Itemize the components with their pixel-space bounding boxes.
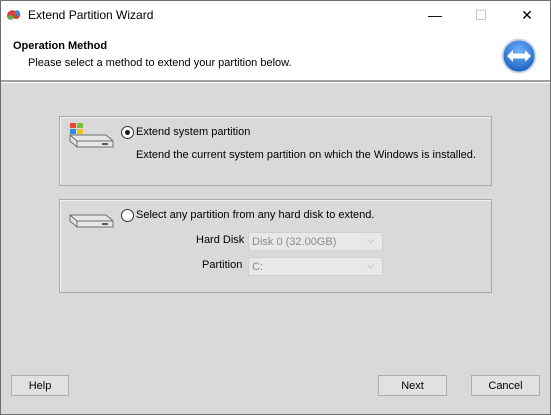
any-partition-radio[interactable] xyxy=(121,209,134,222)
wizard-header: Operation Method Please select a method … xyxy=(1,30,550,80)
help-button[interactable]: Help xyxy=(11,375,69,396)
extend-system-description: Extend the current system partition on w… xyxy=(136,149,476,161)
app-logo-icon xyxy=(7,10,21,20)
next-button[interactable]: Next xyxy=(378,375,447,396)
title-bar: Extend Partition Wizard — ☐ ✕ xyxy=(1,1,550,30)
wizard-content: Extend system partition Extend the curre… xyxy=(1,83,550,365)
page-subtitle: Please select a method to extend your pa… xyxy=(28,57,292,69)
wizard-footer: Help Next Cancel xyxy=(1,365,550,414)
hard-disk-select[interactable]: Disk 0 (32.00GB) ⌵ xyxy=(248,232,383,251)
help-button-label: Help xyxy=(28,380,52,392)
wizard-window: Extend Partition Wizard — ☐ ✕ Operation … xyxy=(0,0,551,415)
any-partition-group: Select any partition from any hard disk … xyxy=(59,199,492,293)
chevron-down-icon: ⌵ xyxy=(367,260,374,270)
extend-system-radio[interactable] xyxy=(121,126,134,139)
hard-disk-label: Hard Disk xyxy=(196,234,245,246)
chevron-down-icon: ⌵ xyxy=(367,235,374,245)
partition-label: Partition xyxy=(202,259,243,271)
extend-arrows-icon xyxy=(501,38,537,74)
maximize-button[interactable]: ☐ xyxy=(458,1,504,30)
window-title: Extend Partition Wizard xyxy=(28,8,154,22)
windows-drive-icon xyxy=(69,123,114,148)
cancel-button[interactable]: Cancel xyxy=(471,375,540,396)
hard-drive-icon xyxy=(69,214,114,228)
page-title: Operation Method xyxy=(13,40,108,52)
any-partition-label[interactable]: Select any partition from any hard disk … xyxy=(136,209,374,221)
next-button-label: Next xyxy=(401,380,424,392)
extend-system-group: Extend system partition Extend the curre… xyxy=(59,116,492,186)
partition-select[interactable]: C: ⌵ xyxy=(248,257,383,276)
partition-value: C: xyxy=(252,261,263,273)
close-button[interactable]: ✕ xyxy=(504,1,550,30)
cancel-button-label: Cancel xyxy=(488,380,523,392)
extend-system-label[interactable]: Extend system partition xyxy=(136,126,250,138)
hard-disk-value: Disk 0 (32.00GB) xyxy=(252,236,337,248)
minimize-button[interactable]: — xyxy=(412,1,458,30)
